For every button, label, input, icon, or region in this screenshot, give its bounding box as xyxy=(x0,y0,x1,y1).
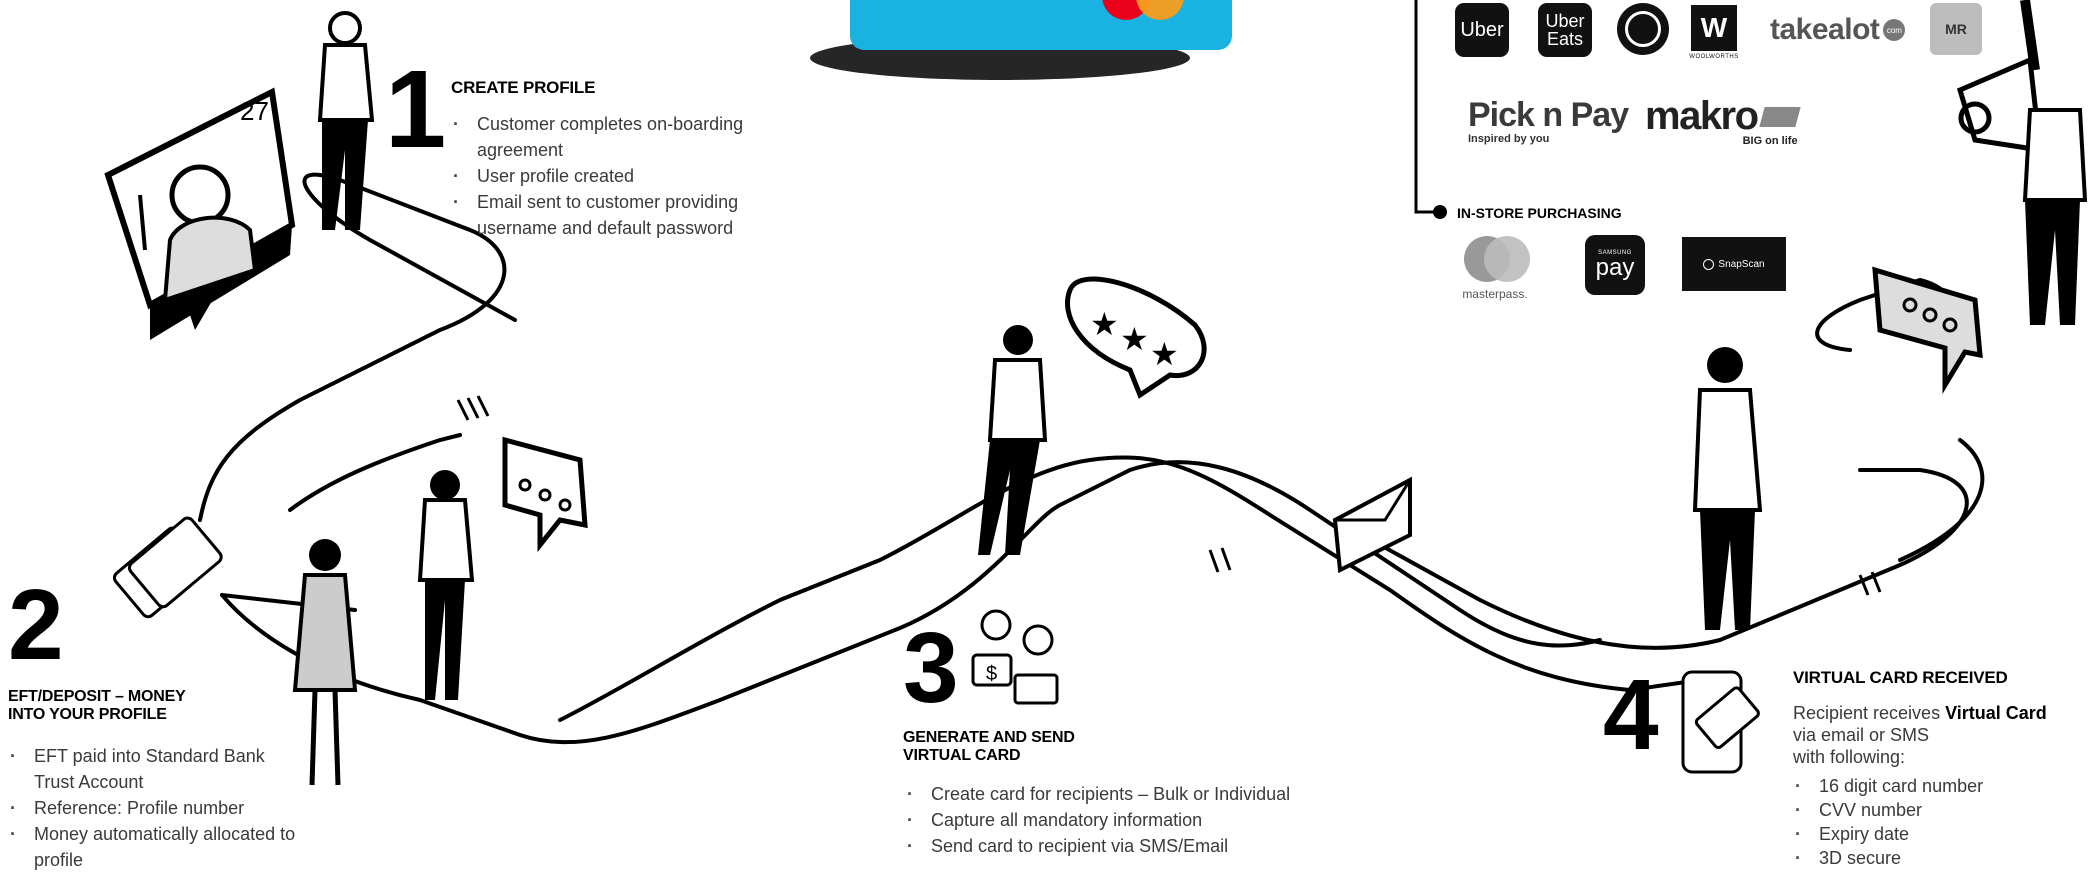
step-3-title: GENERATE AND SEND VIRTUAL CARD xyxy=(903,729,1075,765)
samsung-pay-text: pay xyxy=(1595,254,1635,281)
virtual-card-graphic xyxy=(810,0,1232,80)
step-2-bullet: Reference: Profile number xyxy=(8,795,298,821)
step-2-number: 2 xyxy=(8,569,64,681)
step-3-bullet: Capture all mandatory information xyxy=(905,807,1365,833)
svg-text:★: ★ xyxy=(1120,321,1149,357)
svg-text:27: 27 xyxy=(240,96,269,126)
svg-text:★: ★ xyxy=(1150,336,1179,372)
makro-row: makro xyxy=(1645,94,1801,139)
svg-text:$: $ xyxy=(986,663,997,685)
rating-bubble: ★ ★ ★ xyxy=(1065,276,1207,399)
step-4-bullet: 16 digit card number xyxy=(1793,774,2073,798)
step-4-number: 4 xyxy=(1603,659,1659,771)
step-3-number: 3 xyxy=(903,612,959,724)
speech-bubble-4 xyxy=(1872,266,1983,394)
person-4-graphic xyxy=(1692,347,1763,630)
woolworths-logo: W WOOLWORTHS xyxy=(1689,1,1739,63)
takealot-text: takealot xyxy=(1770,13,1880,46)
step-4-intro-line2: via email or SMS xyxy=(1793,725,1930,745)
masterpass-text: masterpass. xyxy=(1462,286,1528,301)
people-send-icon: $ xyxy=(971,609,1059,705)
pick-n-pay-text: Pick n Pay xyxy=(1468,96,1629,134)
tablet-profile-graphic: 27 xyxy=(104,87,296,340)
step-2-bullet: EFT paid into Standard Bank Trust Accoun… xyxy=(8,743,298,795)
road-ticks xyxy=(456,395,1882,596)
step-1-title: CREATE PROFILE xyxy=(451,78,596,97)
samsung-pay-logo: SAMSUNG pay xyxy=(1585,235,1645,295)
phone-card-icon xyxy=(1681,670,1760,774)
step-2-bullet: Money automatically allocated to profile xyxy=(8,821,298,873)
step-1-bullet: Customer completes on-boarding agreement xyxy=(451,111,791,163)
uber-eats-logo: Uber Eats xyxy=(1538,3,1592,57)
step-3-bullet: Send card to recipient via SMS/Email xyxy=(905,833,1365,859)
makro-tagline: BIG on life xyxy=(1742,135,1798,147)
step-2-title: EFT/DEPOSIT – MONEY INTO YOUR PROFILE xyxy=(8,688,186,724)
step-4-intro-bold: Virtual Card xyxy=(1945,703,2047,723)
pick-n-pay-logo: Pick n Pay Inspired by you xyxy=(1468,96,1629,145)
step-4-intro-prefix: Recipient receives xyxy=(1793,703,1946,723)
snapscan-logo: SnapScan xyxy=(1682,237,1786,291)
makro-text: makro xyxy=(1645,94,1759,138)
in-store-title: IN-STORE PURCHASING xyxy=(1457,205,1622,221)
sixty60-ring-icon xyxy=(1625,11,1661,47)
step-3-title-line1: GENERATE AND SEND xyxy=(903,729,1075,746)
step-4-list: 16 digit card number CVV number Expiry d… xyxy=(1793,774,2073,870)
step-1-number: 1 xyxy=(385,48,447,171)
takealot-badge: com xyxy=(1883,19,1906,41)
makro-logo: makro BIG on life xyxy=(1645,94,1801,147)
masterpass-logo: masterpass. xyxy=(1455,232,1535,304)
svg-text:★: ★ xyxy=(1090,306,1119,342)
snapscan-text: SnapScan xyxy=(1718,258,1765,270)
step-2-list: EFT paid into Standard Bank Trust Accoun… xyxy=(8,743,298,873)
uber-eats-line2: Eats xyxy=(1546,29,1584,49)
mr-price-text: MR xyxy=(1945,21,1967,37)
cards-icon xyxy=(112,516,223,619)
step-4-intro: Recipient receives Virtual Card via emai… xyxy=(1793,702,2093,768)
step-4-bullet: 3D secure xyxy=(1793,846,2073,870)
step-3-list: Create card for recipients – Bulk or Ind… xyxy=(905,781,1365,859)
sixty60-logo xyxy=(1617,3,1669,55)
step-2-title-line1: EFT/DEPOSIT – MONEY xyxy=(8,688,186,705)
step-4-bullet: CVV number xyxy=(1793,798,2073,822)
step-3-bullet: Create card for recipients – Bulk or Ind… xyxy=(905,781,1365,807)
step-4-bullet: Expiry date xyxy=(1793,822,2073,846)
speech-bubble-1 xyxy=(502,436,588,553)
snapscan-icon xyxy=(1703,258,1715,270)
step-2-title-line2: INTO YOUR PROFILE xyxy=(8,706,167,723)
takealot-logo: takealot com xyxy=(1770,12,1906,48)
step-4-intro-line3: with following: xyxy=(1793,747,1906,767)
step-1-bullet: Email sent to customer providing usernam… xyxy=(451,189,791,241)
person-3-graphic xyxy=(978,325,1048,555)
woolworths-sub: WOOLWORTHS xyxy=(1689,53,1739,60)
uber-logo: Uber xyxy=(1455,3,1509,57)
woolworths-mark: W xyxy=(1691,4,1737,51)
step-3-title-line2: VIRTUAL CARD xyxy=(903,747,1021,764)
purchase-connector xyxy=(1414,0,1440,214)
pick-n-pay-tagline: Inspired by you xyxy=(1468,133,1550,145)
mr-price-logo: MR xyxy=(1930,3,1982,55)
person-1-graphic xyxy=(317,11,375,230)
connector-dot xyxy=(1433,205,1447,219)
makro-bar-icon xyxy=(1758,106,1801,127)
step-4-title: VIRTUAL CARD RECEIVED xyxy=(1793,668,2008,687)
person-2-graphic xyxy=(292,470,475,786)
masterpass-circles-icon xyxy=(1460,235,1530,282)
step-1-list: Customer completes on-boarding agreement… xyxy=(451,111,791,241)
step-4-intro-line1: Recipient receives Virtual Card xyxy=(1793,702,2093,724)
uber-eats-line1: Uber xyxy=(1545,11,1585,31)
step-1-bullet: User profile created xyxy=(451,163,791,189)
